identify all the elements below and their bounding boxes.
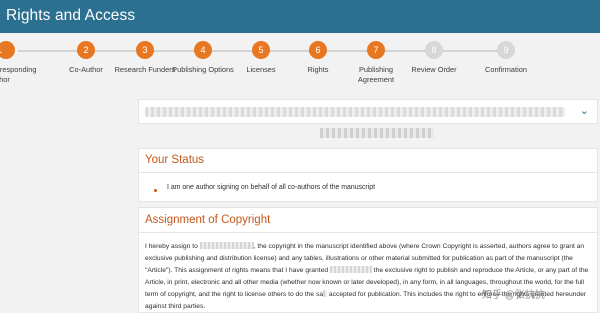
article-summary-panel[interactable]: ⌄ <box>138 99 598 124</box>
step-number: 1 <box>0 41 15 59</box>
step-number: 4 <box>194 41 212 59</box>
copyright-title: Assignment of Copyright <box>145 214 271 226</box>
chevron-down-icon[interactable]: ⌄ <box>580 104 589 117</box>
copyright-text-part: I hereby assign to <box>145 243 198 250</box>
watermark: 知乎 @张抗抗 <box>482 290 545 301</box>
step-label: Review Order <box>411 65 457 74</box>
copyright-text: I hereby assign to , the copyright in th… <box>145 241 591 313</box>
step-number: 9 <box>497 41 515 59</box>
step-label: Confirmation <box>485 65 527 74</box>
status-title: Your Status <box>145 154 205 166</box>
redacted-text <box>323 290 328 297</box>
redacted-text <box>320 128 434 138</box>
step-number: 2 <box>77 41 95 59</box>
step-review-order: 8 Review Order <box>399 41 469 75</box>
step-confirmation: 9 Confirmation <box>471 41 541 75</box>
step-label: Corresponding Author <box>0 65 37 84</box>
status-item: I am one author signing on behalf of all… <box>167 184 375 191</box>
page-title: Rights and Access <box>6 7 136 24</box>
header-bar: Rights and Access <box>0 0 600 33</box>
step-number: 8 <box>425 41 443 59</box>
redacted-article-title <box>145 107 565 117</box>
status-panel: Your Status I am one author signing on b… <box>138 148 598 202</box>
step-number: 3 <box>136 41 154 59</box>
bullet-icon <box>154 189 157 192</box>
step-corresponding-author[interactable]: 1 Corresponding Author <box>0 41 46 85</box>
redacted-publisher <box>329 266 372 273</box>
divider <box>139 172 597 173</box>
step-number: 5 <box>252 41 270 59</box>
step-number: 7 <box>367 41 385 59</box>
divider <box>139 232 597 233</box>
step-number: 6 <box>309 41 327 59</box>
redacted-publisher <box>199 242 254 249</box>
